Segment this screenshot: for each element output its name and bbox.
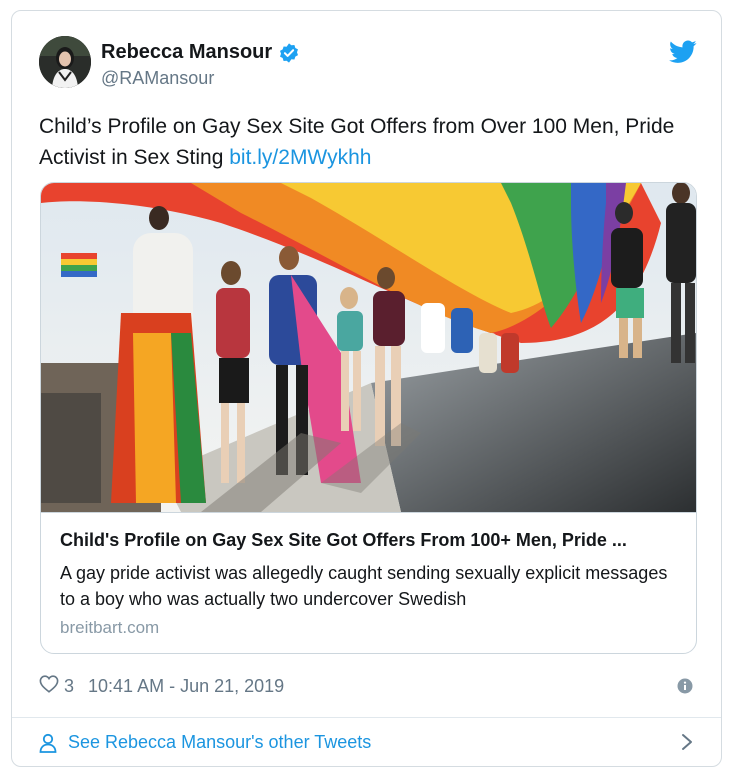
- person-icon: [39, 733, 57, 753]
- author-name[interactable]: Rebecca Mansour: [101, 41, 272, 64]
- see-other-tweets-label[interactable]: See Rebecca Mansour's other Tweets: [68, 732, 371, 753]
- tweet-text: Child’s Profile on Gay Sex Site Got Offe…: [39, 111, 699, 173]
- tweet-link[interactable]: bit.ly/2MWykhh: [229, 146, 371, 169]
- tweet-timestamp[interactable]: 10:41 AM - Jun 21, 2019: [88, 676, 284, 697]
- heart-icon[interactable]: [39, 675, 59, 698]
- link-domain: breitbart.com: [60, 618, 160, 637]
- link-title[interactable]: Child's Profile on Gay Sex Site Got Offe…: [60, 530, 680, 551]
- tweet-embed-card: Rebecca Mansour @RAMansour Child’s Profi…: [11, 10, 722, 767]
- author-name-row[interactable]: Rebecca Mansour: [101, 41, 300, 64]
- see-other-tweets-link[interactable]: See Rebecca Mansour's other Tweets: [12, 718, 721, 766]
- verified-badge-icon: [278, 42, 300, 64]
- like-button[interactable]: 3: [39, 675, 74, 698]
- chevron-right-icon: [681, 733, 693, 751]
- tweet-meta: 3 10:41 AM - Jun 21, 2019: [39, 675, 284, 698]
- link-preview-card[interactable]: Child's Profile on Gay Sex Site Got Offe…: [40, 182, 697, 654]
- pride-parade-rainbow-flag-photo[interactable]: [41, 183, 696, 512]
- link-preview-body[interactable]: Child's Profile on Gay Sex Site Got Offe…: [41, 512, 696, 653]
- author-handle[interactable]: @RAMansour: [101, 68, 214, 89]
- like-count: 3: [64, 676, 75, 696]
- avatar[interactable]: [39, 36, 91, 88]
- info-icon[interactable]: [677, 678, 693, 694]
- link-description: A gay pride activist was allegedly caugh…: [60, 563, 668, 609]
- twitter-bird-icon[interactable]: [669, 40, 697, 64]
